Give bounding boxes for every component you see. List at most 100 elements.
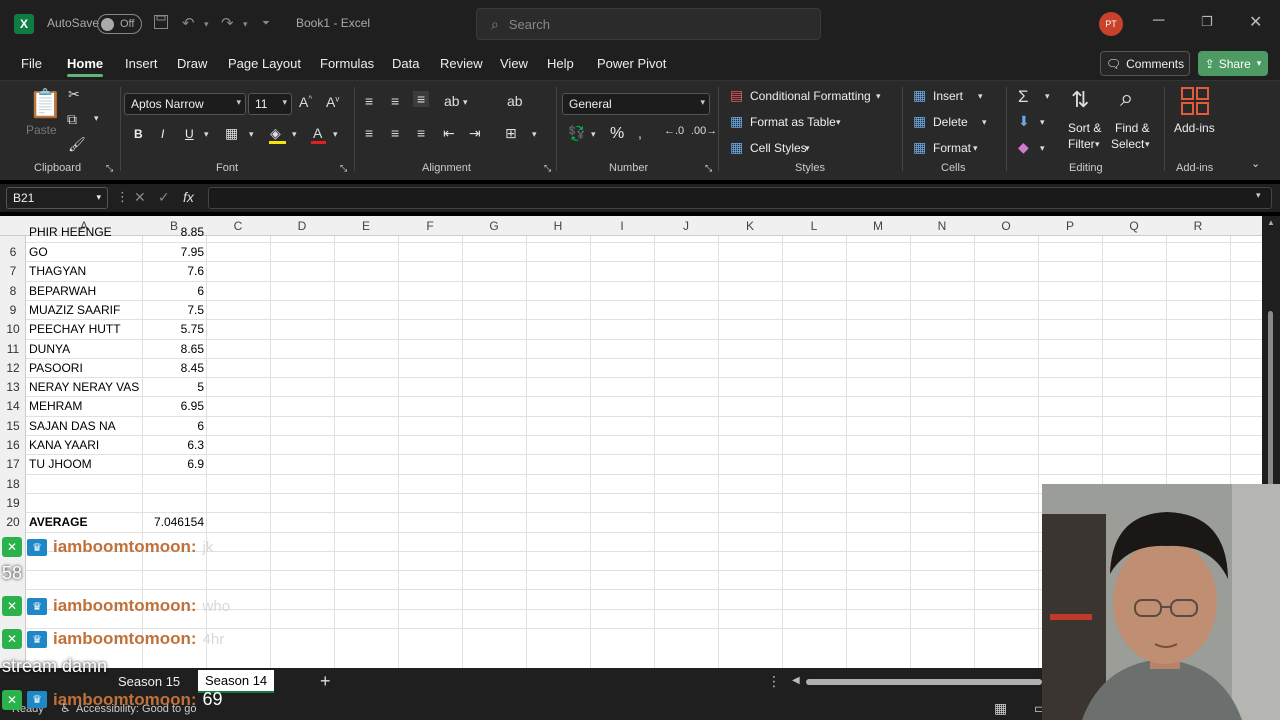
row-header[interactable]: 11 (0, 342, 26, 356)
cell-b[interactable]: 8.85 (142, 225, 204, 239)
tab-view[interactable]: View (500, 56, 528, 71)
clear-dropdown-icon[interactable]: ▾ (1040, 143, 1045, 154)
row-header[interactable]: 17 (0, 457, 26, 471)
format-as-table-button[interactable]: Format as Table (750, 115, 836, 129)
increase-decimal-icon[interactable]: ←.0 (664, 125, 684, 137)
row-header[interactable]: 9 (0, 303, 26, 317)
font-color-icon[interactable]: A (313, 125, 322, 141)
tab-review[interactable]: Review (440, 56, 483, 71)
row-header[interactable]: 16 (0, 438, 26, 452)
cell-a[interactable]: PHIR HEENGE (29, 225, 112, 239)
cell-a[interactable]: TU JHOOM (29, 457, 92, 471)
font-name-select[interactable]: Aptos Narrow ▾ (124, 93, 246, 115)
row-header[interactable]: 12 (0, 361, 26, 375)
row-header[interactable]: 6 (0, 245, 26, 259)
cell-a[interactable]: KANA YAARI (29, 438, 99, 452)
undo-icon[interactable]: ↶ (182, 14, 195, 32)
font-size-select[interactable]: 11 ▾ (248, 93, 292, 115)
cell-a[interactable]: GO (29, 245, 48, 259)
tab-insert[interactable]: Insert (125, 56, 158, 71)
cell-b[interactable]: 7.6 (142, 264, 204, 278)
fill-dropdown-icon[interactable]: ▾ (1040, 117, 1045, 128)
cell-b[interactable]: 7.5 (142, 303, 204, 317)
fill-dropdown-icon[interactable]: ▾ (292, 129, 297, 140)
cut-icon[interactable]: ✂ (68, 86, 80, 103)
accounting-dropdown-icon[interactable]: ▾ (591, 129, 596, 140)
share-button[interactable]: ⇪ Share ▾ (1198, 51, 1268, 76)
add-sheet-button[interactable]: + (320, 671, 331, 692)
autosum-icon[interactable]: Σ (1018, 87, 1029, 107)
align-middle-icon[interactable]: ≡ (391, 93, 399, 109)
cell-b[interactable]: 6.3 (142, 438, 204, 452)
cell-a[interactable]: PASOORI (29, 361, 83, 375)
scroll-up-icon[interactable]: ▲ (1267, 218, 1275, 227)
orientation-icon[interactable]: ab (444, 93, 460, 109)
borders-icon[interactable]: ▦ (225, 125, 238, 142)
align-right-icon[interactable]: ≡ (417, 125, 425, 141)
collapse-ribbon-icon[interactable]: ⌄ (1251, 157, 1260, 170)
paste-label[interactable]: Paste (26, 123, 57, 137)
redo-dropdown-icon[interactable]: ▾ (243, 19, 248, 30)
tab-formulas[interactable]: Formulas (320, 56, 374, 71)
save-icon[interactable] (153, 14, 169, 34)
row-header[interactable]: 13 (0, 380, 26, 394)
conditional-formatting-button[interactable]: Conditional Formatting (750, 89, 871, 103)
restore-icon[interactable]: ❐ (1201, 14, 1213, 30)
borders-dropdown-icon[interactable]: ▾ (249, 129, 254, 140)
tab-power-pivot[interactable]: Power Pivot (597, 56, 666, 71)
row-header[interactable]: 19 (0, 496, 26, 510)
scroll-left-icon[interactable]: ◀ (792, 675, 800, 686)
font-launcher-icon[interactable]: ⤡ (340, 163, 347, 174)
sheet-tab-season-15[interactable]: Season 15 (118, 674, 180, 689)
row-header[interactable]: 18 (0, 477, 26, 491)
row-header[interactable]: 15 (0, 419, 26, 433)
comments-button[interactable]: 🗨 Comments (1100, 51, 1190, 76)
insert-function-icon[interactable]: fx (183, 189, 194, 205)
cell-b[interactable]: 8.65 (142, 342, 204, 356)
cell-a[interactable]: THAGYAN (29, 264, 86, 278)
insert-cells-button[interactable]: Insert (933, 89, 963, 103)
cell-a[interactable]: MUAZIZ SAARIF (29, 303, 120, 317)
sort-filter-label[interactable]: Sort & (1068, 121, 1101, 135)
customize-qat-icon[interactable]: ⏷ (262, 18, 270, 29)
add-ins-button[interactable]: Add-ins (1174, 121, 1215, 135)
autosum-dropdown-icon[interactable]: ▾ (1045, 91, 1050, 102)
cell-b[interactable]: 6.95 (142, 399, 204, 413)
cell-a[interactable]: MEHRAM (29, 399, 82, 413)
cancel-icon[interactable]: ✕ (134, 189, 146, 206)
tab-home[interactable]: Home (67, 56, 104, 77)
clear-icon[interactable]: ◆ (1018, 139, 1029, 156)
search-input[interactable]: ⌕ Search (476, 8, 821, 40)
row-header[interactable]: 10 (0, 322, 26, 336)
tab-help[interactable]: Help (547, 56, 574, 71)
row-header[interactable]: 8 (0, 284, 26, 298)
number-launcher-icon[interactable]: ⤡ (705, 163, 712, 174)
cell-styles-button[interactable]: Cell Styles (750, 141, 807, 155)
row-header[interactable]: 14 (0, 399, 26, 413)
underline-button[interactable]: U (185, 127, 194, 141)
close-icon[interactable]: ✕ (1249, 12, 1262, 32)
accounting-format-icon[interactable]: 💱 (568, 125, 585, 142)
tab-data[interactable]: Data (392, 56, 419, 71)
tab-file[interactable]: File (21, 56, 42, 71)
alignment-launcher-icon[interactable]: ⤡ (544, 163, 551, 174)
decrease-font-icon[interactable]: Av (326, 94, 339, 110)
font-color-dropdown-icon[interactable]: ▾ (333, 129, 338, 140)
merge-center-icon[interactable]: ⊞ (505, 125, 517, 142)
tab-page-layout[interactable]: Page Layout (228, 56, 301, 71)
bold-button[interactable]: B (134, 127, 143, 141)
find-select-label-2[interactable]: Select (1111, 137, 1144, 151)
enter-icon[interactable]: ✓ (158, 189, 170, 206)
normal-view-icon[interactable]: ▦ (994, 700, 1007, 717)
sort-filter-label-2[interactable]: Filter (1068, 137, 1095, 151)
orientation-dropdown-icon[interactable]: ▾ (463, 97, 468, 108)
cell-b[interactable]: 6.9 (142, 457, 204, 471)
name-box[interactable]: B21 ▾ (6, 187, 108, 209)
cell-b[interactable]: 7.046154 (142, 515, 204, 529)
increase-indent-icon[interactable]: ⇥ (469, 125, 481, 142)
cell-b[interactable]: 6 (142, 284, 204, 298)
redo-icon[interactable]: ↷ (221, 14, 234, 32)
delete-cells-button[interactable]: Delete (933, 115, 968, 129)
cell-b[interactable]: 5 (142, 380, 204, 394)
minimize-icon[interactable]: ─ (1153, 12, 1164, 30)
